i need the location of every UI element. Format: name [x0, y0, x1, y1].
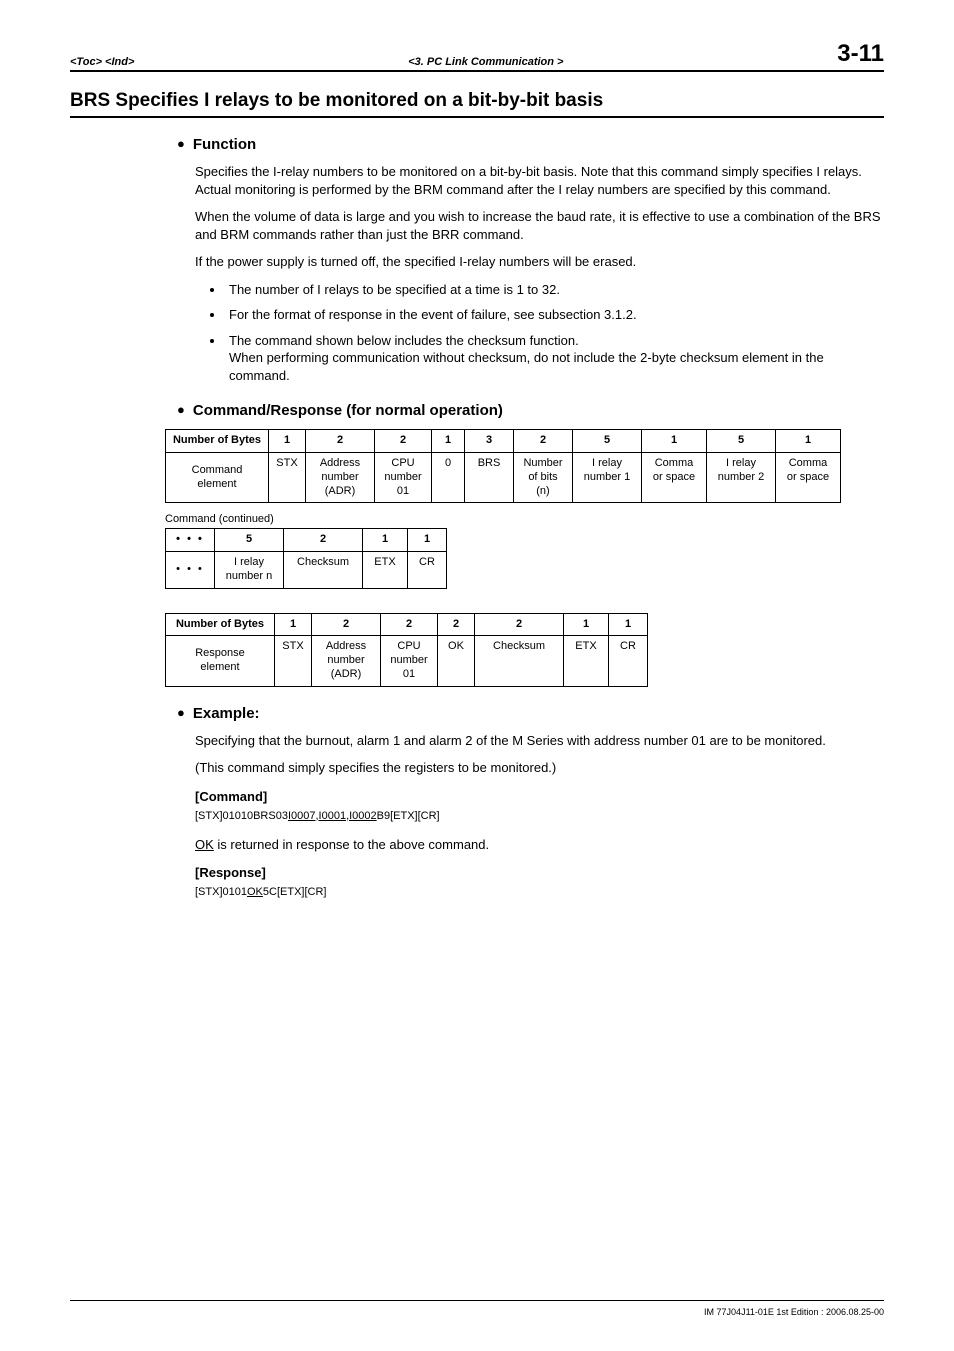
command-continued-note: Command (continued) [165, 513, 884, 525]
response-code: [STX]0101OK5C[ETX][CR] [195, 886, 884, 898]
header-page-number: 3-11 [837, 40, 884, 68]
td: • • • [166, 552, 215, 589]
example-para-2: (This command simply specifies the regis… [195, 759, 884, 777]
td: 0 [432, 453, 465, 503]
function-list: The number of I relays to be specified a… [195, 281, 884, 385]
th: 2 [312, 613, 381, 636]
function-para-1: Specifies the I-relay numbers to be moni… [195, 163, 884, 198]
td: I relay number 1 [573, 453, 642, 503]
resp-pre: [STX]0101 [195, 886, 247, 898]
td: STX [275, 636, 312, 686]
th: 2 [306, 430, 375, 453]
command-subheading: [Command] [195, 789, 884, 804]
th: 2 [284, 529, 363, 552]
resp-post: 5C[ETX][CR] [263, 886, 327, 898]
response-table: Number of Bytes 1 2 2 2 2 1 1 Response e… [165, 613, 648, 687]
th: 2 [514, 430, 573, 453]
td: I relay number n [215, 552, 284, 589]
th: 1 [269, 430, 306, 453]
th: • • • [166, 529, 215, 552]
th: 1 [363, 529, 408, 552]
ok-underlined: OK [195, 837, 214, 852]
function-para-2: When the volume of data is large and you… [195, 208, 884, 243]
table-header-row: Number of Bytes 1 2 2 1 3 2 5 1 5 1 [166, 430, 841, 453]
response-table-wrap: Number of Bytes 1 2 2 2 2 1 1 Response e… [165, 613, 884, 687]
command-code: [STX]01010BRS03I0007,I0001,I0002B9[ETX][… [195, 810, 884, 822]
table-header-row: Number of Bytes 1 2 2 2 2 1 1 [166, 613, 648, 636]
table-row: Command element STX Address number (ADR)… [166, 453, 841, 503]
heading-command-response: Command/Response (for normal operation) [177, 402, 884, 419]
td: CR [609, 636, 648, 686]
resp-underlined: OK [247, 886, 263, 898]
section-title: BRS Specifies I relays to be monitored o… [70, 90, 603, 111]
cmd-underlined: I0007,I0001,I0002 [288, 810, 377, 822]
td: BRS [465, 453, 514, 503]
th: 1 [564, 613, 609, 636]
table-row: Response element STX Address number (ADR… [166, 636, 648, 686]
example-para-1: Specifying that the burnout, alarm 1 and… [195, 732, 884, 750]
td: Number of bits (n) [514, 453, 573, 503]
cmd-post: B9[ETX][CR] [377, 810, 440, 822]
header-chapter: <3. PC Link Communication > [408, 56, 563, 68]
th: 1 [776, 430, 841, 453]
th: 2 [475, 613, 564, 636]
page-footer: IM 77J04J11-01E 1st Edition : 2006.08.25… [70, 1300, 884, 1317]
td: Address number (ADR) [312, 636, 381, 686]
command-cont-table-wrap: • • • 5 2 1 1 • • • I relay number n Che… [165, 528, 884, 588]
footer-text: IM 77J04J11-01E 1st Edition : 2006.08.25… [704, 1307, 884, 1317]
page-header: <Toc> <Ind> <3. PC Link Communication > … [70, 40, 884, 72]
th: 5 [215, 529, 284, 552]
td: Checksum [284, 552, 363, 589]
ok-returned-para: OK is returned in response to the above … [195, 836, 884, 854]
td: Address number (ADR) [306, 453, 375, 503]
td: STX [269, 453, 306, 503]
td: CR [408, 552, 447, 589]
header-toc-ind[interactable]: <Toc> <Ind> [70, 56, 134, 68]
ok-post: is returned in response to the above com… [214, 837, 489, 852]
heading-example: Example: [177, 705, 884, 722]
section-title-row: BRS Specifies I relays to be monitored o… [70, 90, 884, 118]
command-cont-table: • • • 5 2 1 1 • • • I relay number n Che… [165, 528, 447, 588]
command-table-wrap: Number of Bytes 1 2 2 1 3 2 5 1 5 1 Comm… [165, 429, 884, 503]
td: Comma or space [642, 453, 707, 503]
heading-function: Function [177, 136, 884, 153]
td: ETX [564, 636, 609, 686]
td: Comma or space [776, 453, 841, 503]
th: 5 [707, 430, 776, 453]
th: 2 [381, 613, 438, 636]
th-label: Number of Bytes [166, 430, 269, 453]
th: 3 [465, 430, 514, 453]
td: CPU number 01 [375, 453, 432, 503]
th: 1 [408, 529, 447, 552]
table-row: • • • I relay number n Checksum ETX CR [166, 552, 447, 589]
th-label: Number of Bytes [166, 613, 275, 636]
th: 1 [609, 613, 648, 636]
td: CPU number 01 [381, 636, 438, 686]
command-table: Number of Bytes 1 2 2 1 3 2 5 1 5 1 Comm… [165, 429, 841, 503]
cmd-pre: [STX]01010BRS03 [195, 810, 288, 822]
th: 1 [432, 430, 465, 453]
td: OK [438, 636, 475, 686]
td: Checksum [475, 636, 564, 686]
th: 2 [438, 613, 475, 636]
th: 2 [375, 430, 432, 453]
response-subheading: [Response] [195, 865, 884, 880]
function-li-1: The number of I relays to be specified a… [225, 281, 884, 299]
function-li-3: The command shown below includes the che… [225, 332, 884, 385]
function-li-2: For the format of response in the event … [225, 306, 884, 324]
th: 1 [642, 430, 707, 453]
th: 1 [275, 613, 312, 636]
th: 5 [573, 430, 642, 453]
table-header-row: • • • 5 2 1 1 [166, 529, 447, 552]
td: ETX [363, 552, 408, 589]
td-label: Response element [166, 636, 275, 686]
td: I relay number 2 [707, 453, 776, 503]
function-para-3: If the power supply is turned off, the s… [195, 253, 884, 271]
td-label: Command element [166, 453, 269, 503]
